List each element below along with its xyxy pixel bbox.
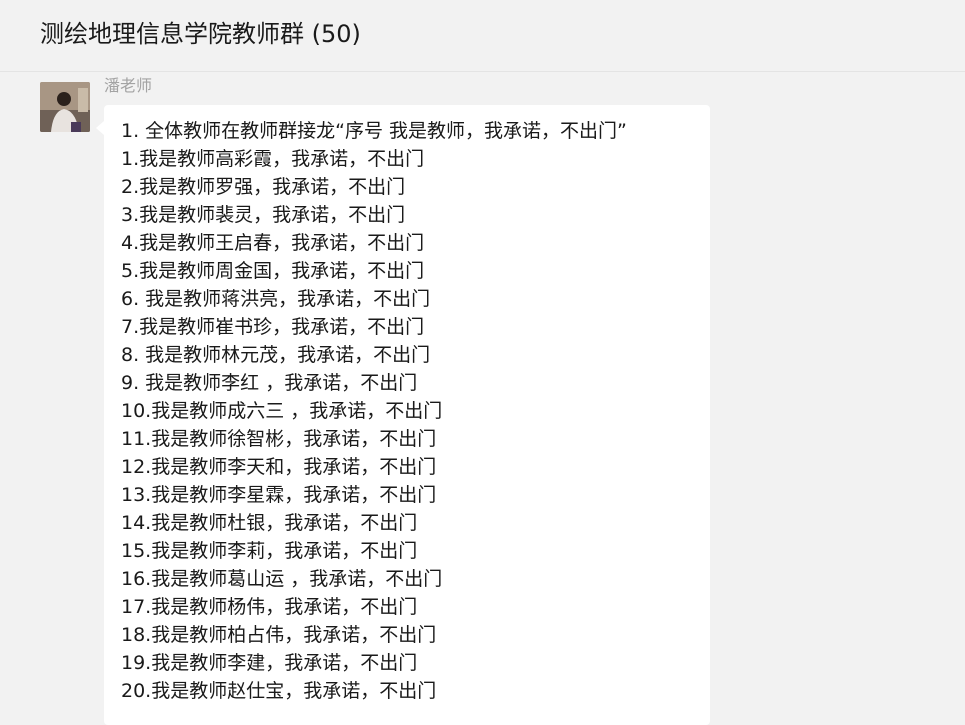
message-line: 8. 我是教师林元茂，我承诺，不出门 <box>121 344 431 366</box>
message-line: 1. 全体教师在教师群接龙“序号 我是教师，我承诺，不出门” <box>121 120 627 142</box>
message-line: 11.我是教师徐智彬，我承诺，不出门 <box>121 428 437 450</box>
message-text: 1. 全体教师在教师群接龙“序号 我是教师，我承诺，不出门” 1.我是教师高彩霞，… <box>121 117 711 705</box>
message-line: 1.我是教师高彩霞，我承诺，不出门 <box>121 148 425 170</box>
message-line: 7.我是教师崔书珍，我承诺，不出门 <box>121 316 425 338</box>
message-line: 13.我是教师李星霖，我承诺，不出门 <box>121 484 437 506</box>
message-line: 17.我是教师杨伟，我承诺，不出门 <box>121 596 418 618</box>
message-line: 14.我是教师杜银，我承诺，不出门 <box>121 512 418 534</box>
message-bubble[interactable]: 1. 全体教师在教师群接龙“序号 我是教师，我承诺，不出门” 1.我是教师高彩霞，… <box>96 105 711 725</box>
message-line: 10.我是教师成六三 ，我承诺，不出门 <box>121 400 443 422</box>
message-line: 4.我是教师王启春，我承诺，不出门 <box>121 232 425 254</box>
sender-avatar[interactable] <box>40 82 90 132</box>
chat-title[interactable]: 测绘地理信息学院教师群 (50) <box>40 16 361 52</box>
message-line: 2.我是教师罗强，我承诺，不出门 <box>121 176 406 198</box>
message-line: 18.我是教师柏占伟，我承诺，不出门 <box>121 624 437 646</box>
message-line: 20.我是教师赵仕宝，我承诺，不出门 <box>121 680 437 702</box>
message-line: 12.我是教师李天和，我承诺，不出门 <box>121 456 437 478</box>
message-line: 15.我是教师李莉，我承诺，不出门 <box>121 540 418 562</box>
chat-header: 测绘地理信息学院教师群 (50) <box>0 0 965 72</box>
message-line: 16.我是教师葛山运 ，我承诺，不出门 <box>121 568 443 590</box>
message-line: 5.我是教师周金国，我承诺，不出门 <box>121 260 425 282</box>
sender-name: 潘老师 <box>104 76 153 95</box>
person-photo-avatar-icon <box>40 82 90 132</box>
message-line: 9. 我是教师李红 ，我承诺，不出门 <box>121 372 418 394</box>
message-line: 19.我是教师李建，我承诺，不出门 <box>121 652 418 674</box>
message-line: 6. 我是教师蒋洪亮，我承诺，不出门 <box>121 288 431 310</box>
message-line: 3.我是教师裴灵，我承诺，不出门 <box>121 204 406 226</box>
